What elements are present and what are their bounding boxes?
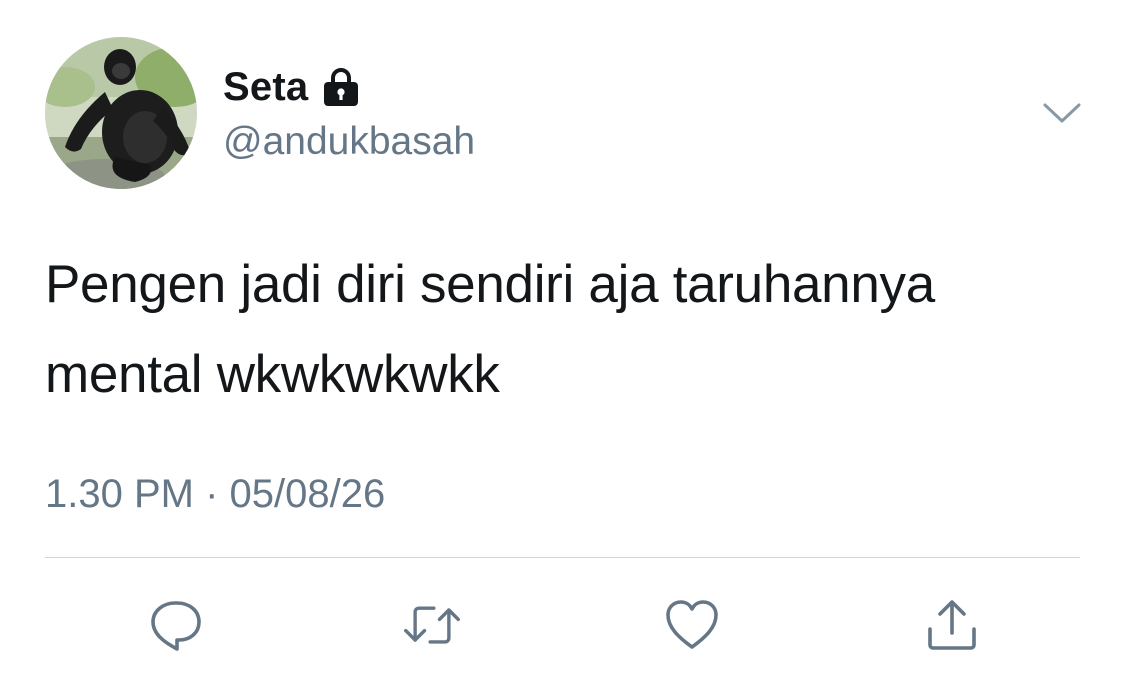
meta-separator: · xyxy=(205,472,219,516)
tweet-text: Pengen jadi diri sendiri aja taruhannya … xyxy=(45,240,1095,420)
gorilla-avatar-image xyxy=(45,37,197,189)
tweet-date: 05/08/26 xyxy=(229,472,386,516)
retweet-button[interactable] xyxy=(402,596,462,654)
tweet-text-line2: mental wkwkwkwkk xyxy=(45,345,500,404)
display-name[interactable]: Seta xyxy=(223,65,308,110)
heart-icon xyxy=(666,600,718,649)
tweet-text-line1: Pengen jadi diri sendiri aja taruhannya xyxy=(45,255,935,314)
tweet-time: 1.30 PM xyxy=(45,472,194,516)
name-row: Seta xyxy=(223,62,362,112)
reply-bubble-icon xyxy=(151,601,201,651)
user-handle[interactable]: @andukbasah xyxy=(223,120,475,164)
chevron-down-icon[interactable] xyxy=(1041,97,1083,127)
avatar[interactable] xyxy=(45,37,197,189)
tweet-card: Seta @andukbasah Pengen jadi diri sendir… xyxy=(0,0,1125,691)
share-upload-icon xyxy=(928,600,976,650)
retweet-icon xyxy=(404,606,460,644)
like-button[interactable] xyxy=(662,596,722,654)
share-button[interactable] xyxy=(922,596,982,654)
lock-icon xyxy=(320,66,362,108)
reply-button[interactable] xyxy=(145,596,205,654)
tweet-timestamp[interactable]: 1.30 PM · 05/08/26 xyxy=(45,472,385,517)
divider xyxy=(45,557,1080,558)
